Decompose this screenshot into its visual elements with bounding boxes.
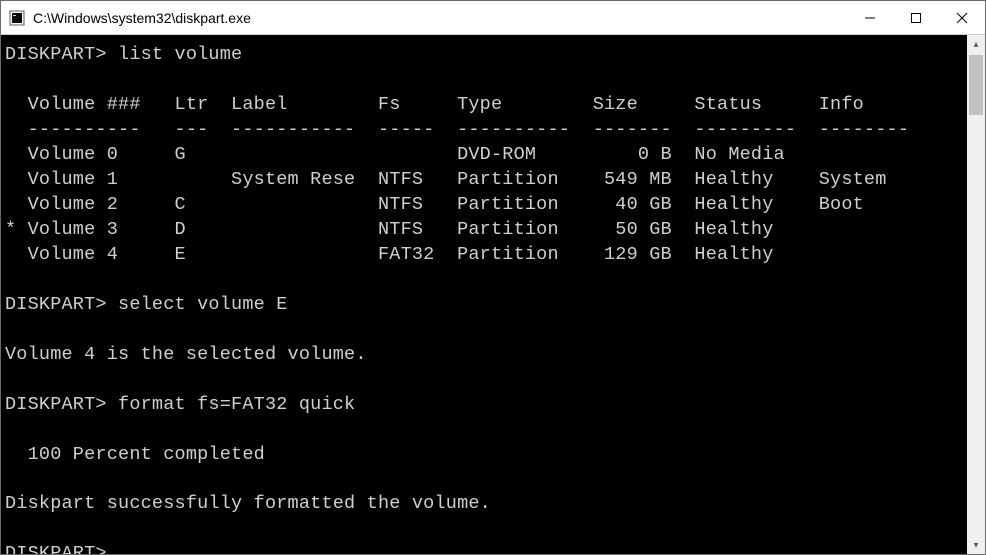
console-window: C:\Windows\system32\diskpart.exe DISKPAR…: [0, 0, 986, 555]
vertical-scrollbar[interactable]: ▴ ▾: [967, 35, 985, 554]
scroll-down-arrow-icon[interactable]: ▾: [967, 536, 985, 554]
titlebar[interactable]: C:\Windows\system32\diskpart.exe: [1, 1, 985, 35]
app-icon: [9, 10, 25, 26]
terminal-output[interactable]: DISKPART> list volume Volume ### Ltr Lab…: [1, 35, 967, 554]
window-title: C:\Windows\system32\diskpart.exe: [33, 10, 251, 26]
scroll-thumb[interactable]: [969, 55, 983, 115]
minimize-button[interactable]: [847, 1, 893, 35]
close-button[interactable]: [939, 1, 985, 35]
maximize-button[interactable]: [893, 1, 939, 35]
client-area: DISKPART> list volume Volume ### Ltr Lab…: [1, 35, 985, 554]
scroll-up-arrow-icon[interactable]: ▴: [967, 35, 985, 53]
